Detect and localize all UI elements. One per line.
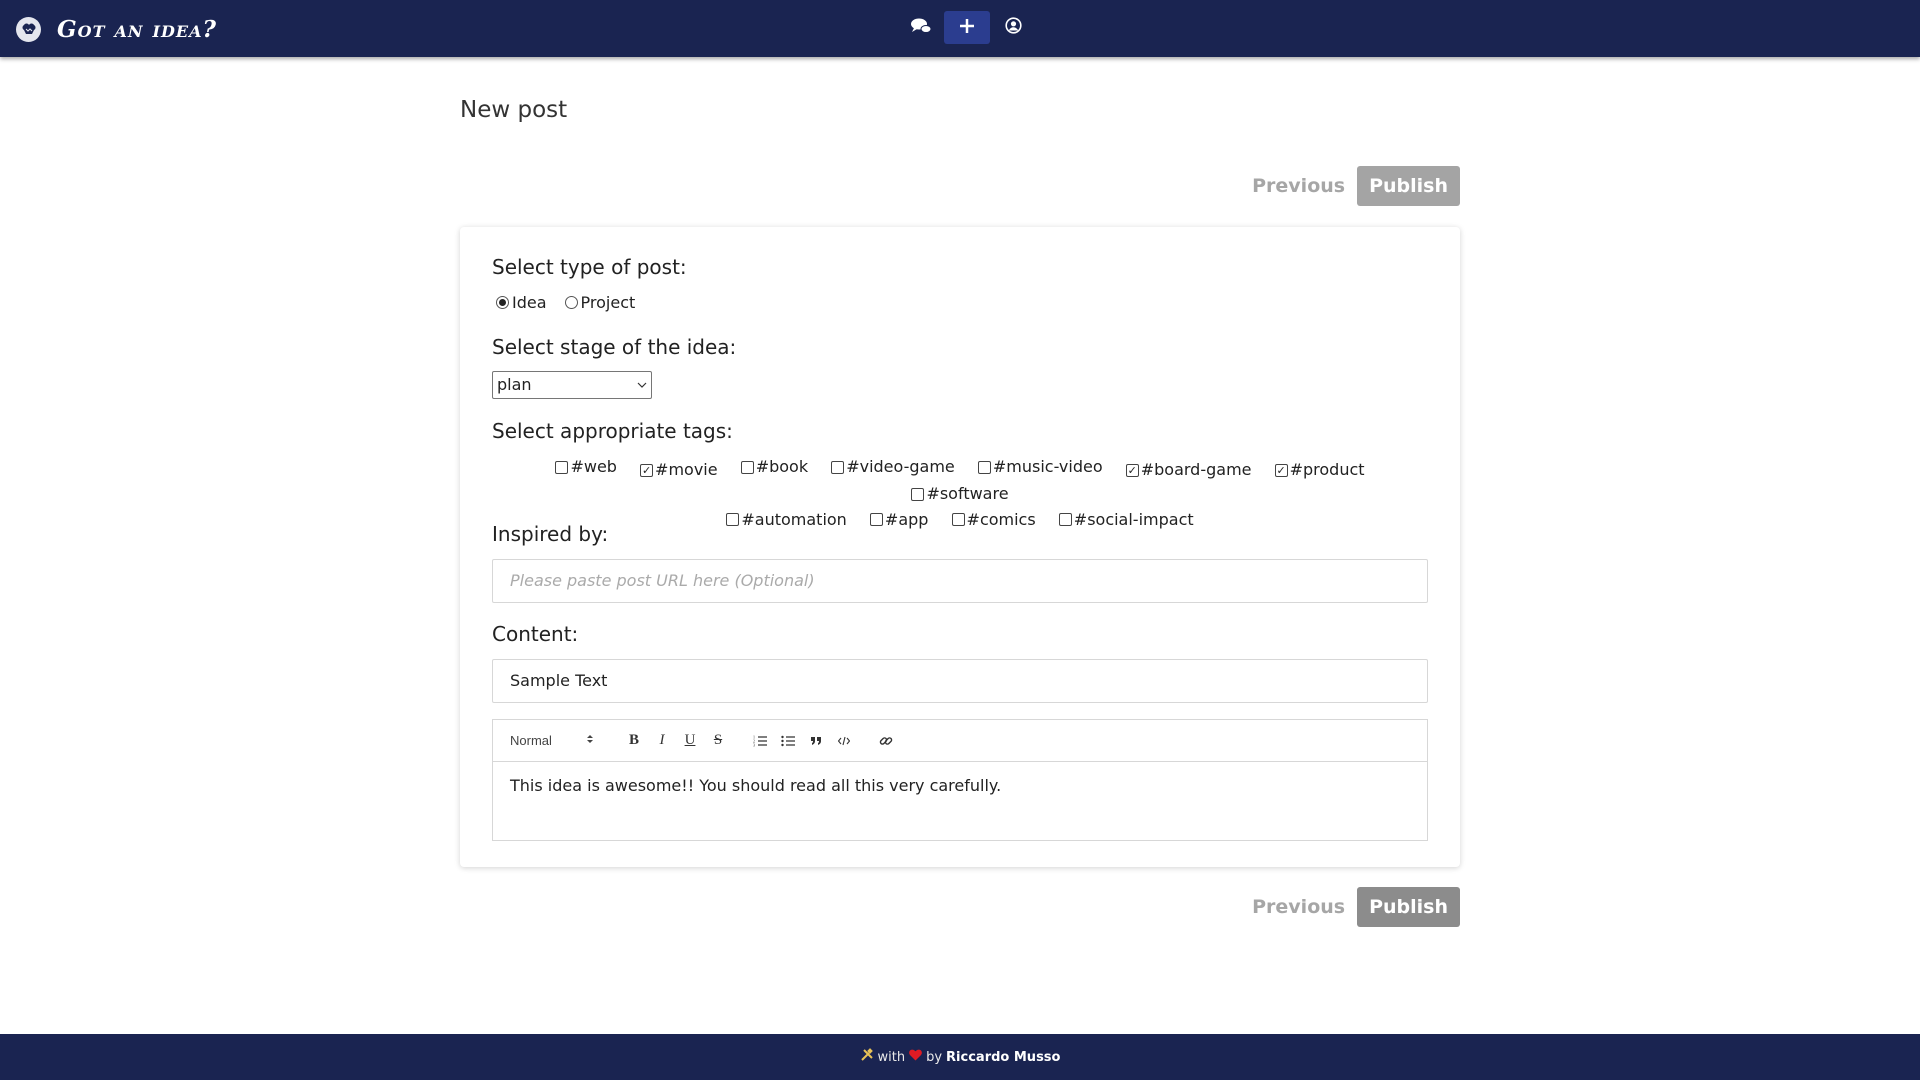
footer-author-link[interactable]: Riccardo Musso [946, 1050, 1060, 1065]
tag-label: #software [926, 484, 1009, 503]
checkbox[interactable] [911, 487, 925, 501]
tags-group: #web ✓ #movie #book #video-game #music-vi… [492, 455, 1428, 533]
stage-select-value: plan [497, 375, 532, 394]
ordered-list-icon[interactable]: 123 [746, 729, 774, 753]
tags-label: Select appropriate tags: [492, 419, 733, 443]
previous-button[interactable]: Previous [1240, 166, 1357, 206]
tag-board-game[interactable]: ✓ #board-game [1125, 458, 1252, 482]
chevron-down-icon [637, 372, 647, 407]
tag-label: #video-game [846, 457, 955, 476]
footer-by: by [926, 1049, 943, 1065]
tag-label: #web [570, 457, 617, 476]
tag-label: #board-game [1140, 460, 1252, 479]
radio-button[interactable] [496, 296, 509, 309]
new-post-button[interactable] [944, 11, 990, 44]
svg-text:3: 3 [753, 742, 755, 747]
bold-icon[interactable]: B [620, 729, 648, 753]
checkbox[interactable] [869, 513, 883, 526]
stage-select[interactable]: plan [492, 371, 652, 399]
tag-product[interactable]: ✓ #product [1274, 458, 1365, 482]
editor-content[interactable]: This idea is awesome!! You should read a… [493, 762, 1427, 809]
plus-icon [959, 18, 975, 38]
checkbox[interactable]: ✓ [1125, 463, 1139, 477]
top-actions: Previous Publish [1240, 166, 1460, 206]
checkbox[interactable]: ✓ [640, 463, 654, 477]
tag-book[interactable]: #book [740, 455, 809, 479]
inspired-url-placeholder: Please paste post URL here (Optional) [510, 571, 815, 590]
radio-label: Project [580, 293, 636, 312]
tag-label: #automation [741, 509, 847, 529]
format-select[interactable]: Normal [510, 733, 598, 748]
tag-web[interactable]: #web [555, 455, 617, 479]
page-title: New post [460, 97, 568, 123]
content-label: Content: [492, 622, 579, 646]
inspired-url-input[interactable]: Please paste post URL here (Optional) [492, 559, 1428, 603]
strikethrough-icon[interactable]: S [704, 729, 732, 753]
feed-button[interactable] [898, 11, 944, 44]
tag-label: #movie [655, 460, 718, 479]
type-label: Select type of post: [492, 255, 687, 279]
updown-icon [586, 733, 594, 748]
tag-label: #comics [966, 509, 1036, 529]
brain-logo-icon [16, 17, 41, 42]
publish-button[interactable]: Publish [1357, 887, 1460, 927]
checkbox[interactable] [951, 513, 965, 526]
tag-label: #music-video [992, 457, 1103, 476]
bullet-list-icon[interactable] [774, 729, 802, 753]
tag-automation[interactable]: #automation [726, 508, 847, 532]
post-form-card: Select type of post: Idea Project Select… [460, 227, 1460, 867]
checkbox[interactable] [831, 460, 845, 474]
user-circle-icon [1004, 17, 1022, 38]
italic-icon[interactable]: I [648, 729, 676, 753]
profile-button[interactable] [990, 11, 1036, 44]
rich-text-editor: Normal B I U S 123 This idea is awesome!… [492, 719, 1428, 841]
bottom-actions: Previous Publish [1240, 887, 1460, 927]
footer-with: with [877, 1049, 906, 1065]
tag-video-game[interactable]: #video-game [831, 455, 955, 479]
tools-icon [860, 1048, 874, 1066]
heart-icon [909, 1049, 922, 1065]
content-title-value: Sample Text [510, 671, 608, 690]
checkbox[interactable] [1058, 513, 1072, 526]
checkbox[interactable] [977, 460, 991, 474]
checkbox[interactable] [555, 460, 569, 474]
link-icon[interactable] [872, 729, 900, 753]
tag-label: #product [1289, 460, 1365, 479]
nav-center [898, 11, 1036, 44]
brand-title: Got an idea? [57, 16, 217, 43]
chat-bubbles-icon [910, 17, 932, 39]
checkbox[interactable] [726, 513, 740, 526]
radio-label: Idea [512, 293, 547, 312]
tag-comics[interactable]: #comics [951, 508, 1036, 532]
radio-idea[interactable]: Idea [496, 293, 547, 312]
blockquote-icon[interactable] [802, 729, 830, 753]
top-navbar: Got an idea? [0, 0, 1920, 57]
content-title-input[interactable]: Sample Text [492, 659, 1428, 703]
tag-label: #social-impact [1073, 509, 1194, 529]
checkbox[interactable] [740, 460, 754, 474]
checkbox[interactable]: ✓ [1274, 463, 1288, 477]
underline-icon[interactable]: U [676, 729, 704, 753]
footer: with by Riccardo Musso [0, 1034, 1920, 1080]
previous-button[interactable]: Previous [1240, 887, 1357, 927]
stage-label: Select stage of the idea: [492, 335, 737, 359]
tag-software[interactable]: #software [911, 482, 1009, 506]
tag-social-impact[interactable]: #social-impact [1058, 508, 1194, 532]
inspired-label: Inspired by: [492, 522, 609, 546]
tag-movie[interactable]: ✓ #movie [640, 458, 718, 482]
publish-button[interactable]: Publish [1357, 166, 1460, 206]
editor-toolbar: Normal B I U S 123 [493, 720, 1427, 762]
code-icon[interactable] [830, 729, 858, 753]
radio-project[interactable]: Project [564, 293, 636, 312]
brand[interactable]: Got an idea? [16, 16, 217, 43]
tag-label: #app [884, 509, 929, 529]
tag-music-video[interactable]: #music-video [977, 455, 1103, 479]
radio-button[interactable] [564, 296, 578, 309]
format-select-value: Normal [510, 733, 552, 748]
tag-app[interactable]: #app [869, 508, 929, 532]
post-type-radio-group: Idea Project [496, 293, 653, 312]
tag-label: #book [755, 457, 809, 476]
